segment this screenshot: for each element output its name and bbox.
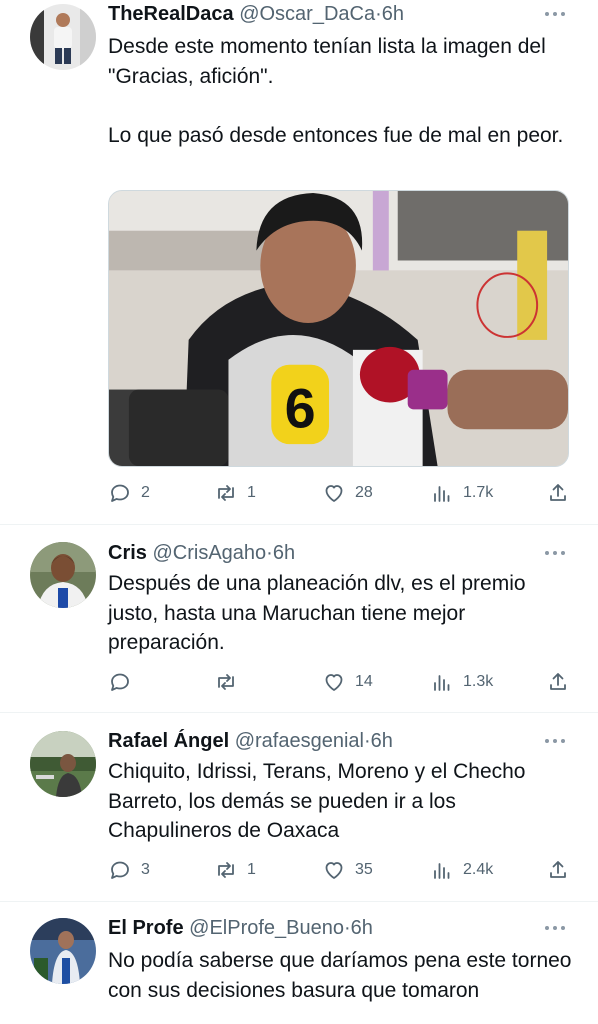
more-options-button[interactable] (542, 918, 568, 938)
view-count: 2.4k (463, 861, 494, 878)
tweet-header: TheRealDaca @Oscar_DaCa·6h (108, 0, 404, 28)
reply-count: 3 (141, 861, 150, 878)
user-handle[interactable]: @ElProfe_Bueno (189, 917, 344, 939)
like-count: 28 (355, 484, 373, 501)
dot-separator: · (364, 730, 371, 752)
retweet-icon (218, 862, 234, 878)
avatar-image (30, 731, 96, 797)
tweet-text: Chiquito, Idrissi, Terans, Moreno y el C… (108, 760, 526, 842)
display-name[interactable]: Rafael Ángel (108, 730, 229, 752)
heart-icon (325, 862, 343, 879)
tweet-text: Desde este momento tenían lista la image… (108, 35, 564, 147)
tweet[interactable]: Rafael Ángel @rafaesgenial·6h Chiquito, … (0, 713, 598, 901)
views-button[interactable]: 1.7k (430, 480, 493, 506)
user-handle[interactable]: @CrisAgaho (152, 542, 266, 564)
retweet-icon (218, 674, 234, 690)
avatar[interactable] (30, 731, 96, 797)
dot-separator: · (343, 917, 351, 939)
tweet-header: Cris @CrisAgaho·6h (108, 539, 295, 567)
tweet-text: Después de una planeación dlv, es el pre… (108, 572, 526, 654)
tweet[interactable]: TheRealDaca @Oscar_DaCa·6h Desde este mo… (0, 0, 598, 524)
retweet-button[interactable]: 1 (214, 480, 256, 506)
reply-icon (111, 484, 129, 502)
microphone-label: 6 (285, 377, 316, 439)
user-handle[interactable]: @Oscar_DaCa (239, 3, 375, 25)
reply-button[interactable]: 3 (108, 857, 150, 883)
reply-button[interactable] (108, 669, 141, 695)
more-options-button[interactable] (542, 4, 568, 24)
like-button[interactable]: 14 (322, 669, 373, 695)
display-name[interactable]: Cris (108, 542, 147, 564)
share-button[interactable] (546, 480, 570, 506)
tweet-media[interactable]: 6 (108, 190, 569, 467)
display-name[interactable]: TheRealDaca (108, 3, 234, 25)
reply-icon (111, 673, 129, 691)
more-options-icon (545, 12, 565, 16)
view-count: 1.7k (463, 484, 494, 501)
tweet-text: No podía saberse que daríamos pena este … (108, 949, 572, 1002)
like-button[interactable]: 35 (322, 857, 373, 883)
more-options-icon (545, 551, 565, 555)
share-button[interactable] (546, 669, 570, 695)
tweet-header: El Profe @ElProfe_Bueno·6h (108, 914, 373, 942)
action-bar: 3 1 35 2.4k (108, 857, 574, 883)
avatar-image (30, 918, 96, 984)
dot-separator: · (375, 3, 382, 25)
avatar[interactable] (30, 918, 96, 984)
retweet-count: 1 (247, 861, 256, 878)
heart-icon (325, 674, 343, 691)
reply-button[interactable]: 2 (108, 480, 150, 506)
action-bar: 14 1.3k (108, 669, 574, 695)
tweet[interactable]: Cris @CrisAgaho·6h Después de una planea… (0, 525, 598, 712)
user-handle[interactable]: @rafaesgenial (235, 730, 364, 752)
share-icon (550, 484, 566, 501)
video-thumbnail: 6 (109, 191, 568, 466)
retweet-button[interactable]: 1 (214, 857, 256, 883)
retweet-button[interactable] (214, 669, 247, 695)
timestamp[interactable]: 6h (382, 3, 404, 25)
tweet-header: Rafael Ángel @rafaesgenial·6h (108, 727, 393, 755)
retweet-icon (218, 485, 234, 501)
display-name[interactable]: El Profe (108, 917, 184, 939)
like-button[interactable]: 28 (322, 480, 373, 506)
views-icon (434, 675, 450, 691)
views-icon (434, 863, 450, 879)
share-icon (550, 861, 566, 878)
action-bar: 2 1 28 1.7k (108, 480, 574, 506)
reply-count: 2 (141, 484, 150, 501)
heart-icon (325, 485, 343, 502)
share-icon (550, 673, 566, 690)
timestamp[interactable]: 6h (371, 730, 393, 752)
tweet[interactable]: El Profe @ElProfe_Bueno·6h No podía sabe… (0, 902, 598, 1024)
reply-icon (111, 861, 129, 879)
views-button[interactable]: 1.3k (430, 669, 493, 695)
timestamp[interactable]: 6h (351, 917, 373, 939)
retweet-count: 1 (247, 484, 256, 501)
views-icon (434, 486, 450, 502)
views-button[interactable]: 2.4k (430, 857, 493, 883)
like-count: 35 (355, 861, 373, 878)
like-count: 14 (355, 673, 373, 690)
avatar[interactable] (30, 542, 96, 608)
more-options-button[interactable] (542, 543, 568, 563)
timestamp[interactable]: 6h (273, 542, 295, 564)
avatar[interactable] (30, 4, 96, 70)
more-options-icon (545, 926, 565, 930)
share-button[interactable] (546, 857, 570, 883)
avatar-image (30, 4, 96, 70)
more-options-icon (545, 739, 565, 743)
view-count: 1.3k (463, 673, 494, 690)
avatar-image (30, 542, 96, 608)
more-options-button[interactable] (542, 731, 568, 751)
dot-separator: · (266, 542, 273, 564)
